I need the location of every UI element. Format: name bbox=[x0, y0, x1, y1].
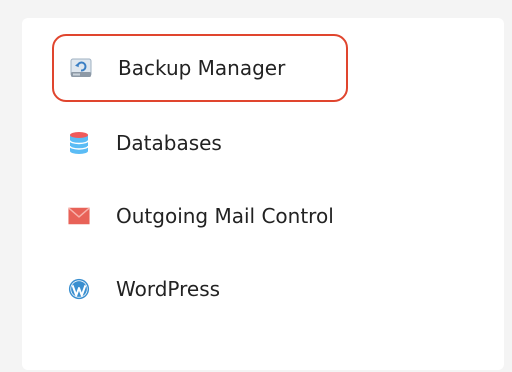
menu-item-wordpress[interactable]: WordPress bbox=[52, 255, 348, 323]
menu-item-label: WordPress bbox=[116, 277, 221, 301]
menu-item-backup-manager[interactable]: Backup Manager bbox=[52, 34, 348, 102]
menu-item-outgoing-mail-control[interactable]: Outgoing Mail Control bbox=[52, 182, 348, 250]
wordpress-icon bbox=[68, 278, 90, 300]
tools-panel: Backup Manager Databases Outgoing Mail C… bbox=[22, 18, 504, 370]
menu-item-label: Outgoing Mail Control bbox=[116, 204, 334, 228]
database-icon bbox=[68, 132, 90, 154]
menu-item-label: Databases bbox=[116, 131, 222, 155]
backup-drive-icon bbox=[70, 57, 92, 79]
mail-envelope-icon bbox=[68, 205, 90, 227]
menu-item-databases[interactable]: Databases bbox=[52, 109, 348, 177]
menu-item-label: Backup Manager bbox=[118, 56, 286, 80]
